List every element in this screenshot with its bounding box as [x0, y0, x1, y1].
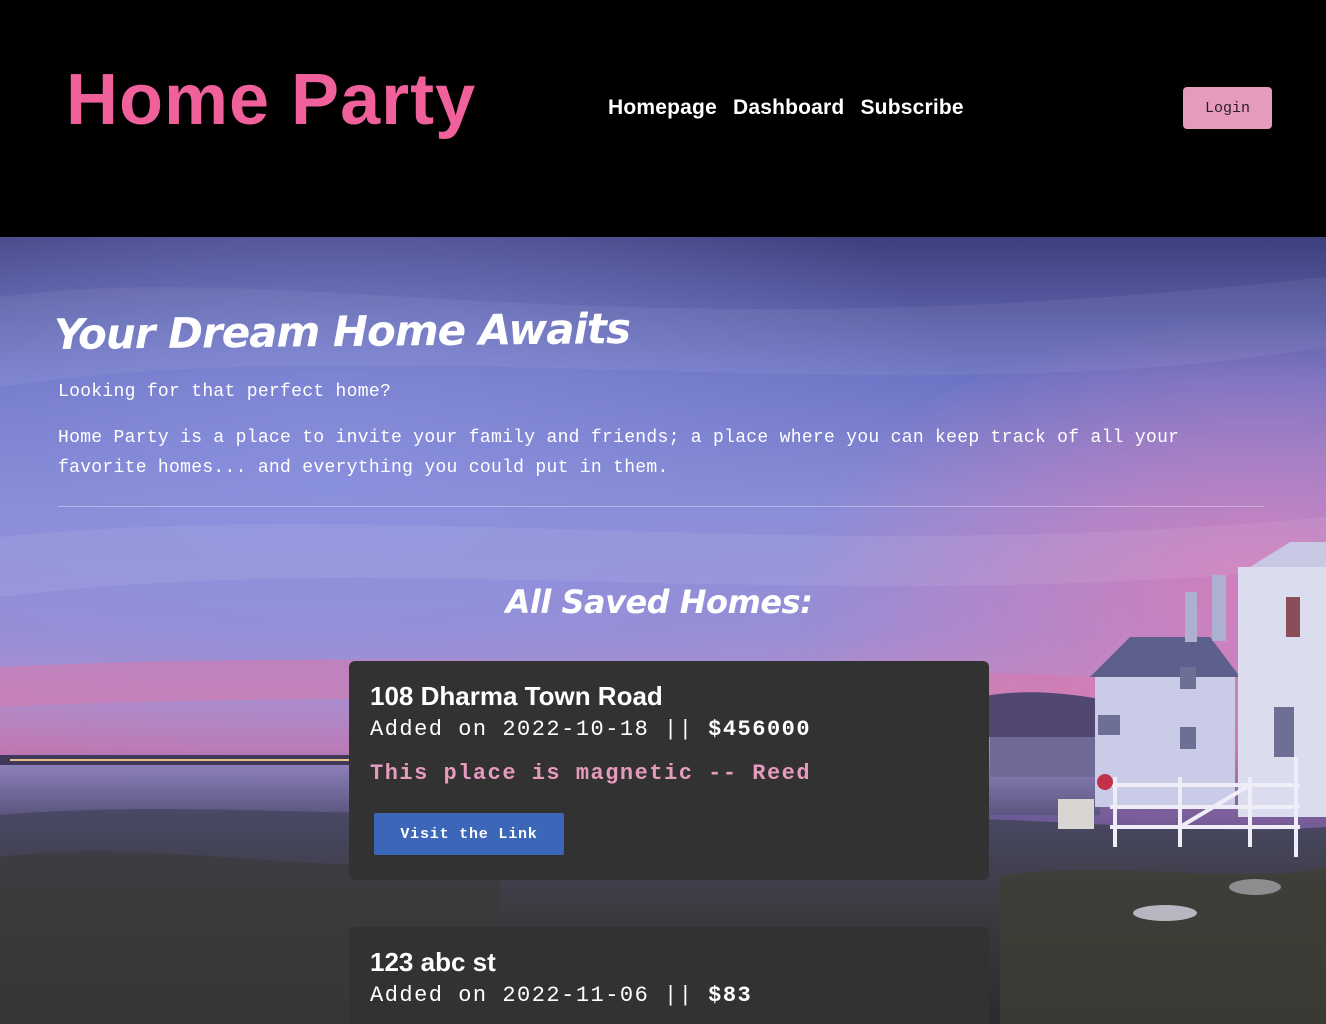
nav-dashboard[interactable]: Dashboard	[733, 96, 845, 120]
main-nav: Homepage Dashboard Subscribe	[608, 96, 964, 120]
hero-lead: Looking for that perfect home?	[58, 382, 392, 402]
home-meta: Added on 2022-10-18 || $456000	[370, 717, 811, 742]
home-price: $456000	[708, 717, 812, 742]
home-price: $83	[708, 983, 753, 1008]
brand-logo[interactable]: Home Party	[66, 64, 476, 136]
nav-subscribe[interactable]: Subscribe	[860, 96, 963, 120]
hero-title: Your Dream Home Awaits	[53, 303, 631, 360]
home-added-date: Added on 2022-11-06 ||	[370, 983, 694, 1008]
home-card: 123 abc st Added on 2022-11-06 || $83	[349, 927, 989, 1024]
saved-homes-title: All Saved Homes:	[505, 583, 813, 621]
nav-homepage[interactable]: Homepage	[608, 96, 717, 120]
hero-description: Home Party is a place to invite your fam…	[58, 428, 1180, 478]
home-meta: Added on 2022-11-06 || $83	[370, 983, 752, 1008]
login-button[interactable]: Login	[1183, 87, 1272, 129]
home-address: 123 abc st	[370, 947, 496, 977]
hero-section: Your Dream Home Awaits Looking for that …	[0, 237, 1326, 1024]
section-divider	[58, 506, 1264, 507]
home-card: 108 Dharma Town Road Added on 2022-10-18…	[349, 661, 989, 880]
home-added-date: Added on 2022-10-18 ||	[370, 717, 694, 742]
home-address: 108 Dharma Town Road	[370, 681, 663, 711]
visit-link-button[interactable]: Visit the Link	[374, 813, 564, 855]
home-note: This place is magnetic -- Reed	[370, 761, 812, 786]
site-header: Home Party Homepage Dashboard Subscribe …	[0, 0, 1326, 237]
